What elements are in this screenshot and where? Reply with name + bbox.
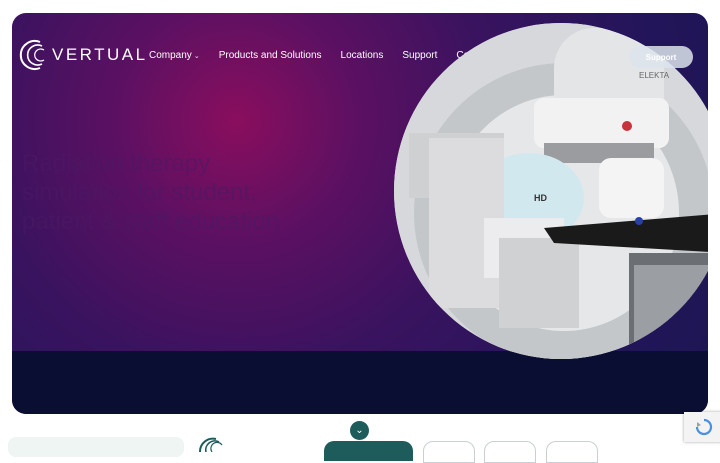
nav-item-label: Locations bbox=[340, 50, 384, 61]
section-tab[interactable] bbox=[484, 441, 536, 463]
chevron-down-icon: ⌄ bbox=[193, 52, 200, 60]
chevron-down-icon: ⌄ bbox=[355, 425, 364, 436]
hero-image-linac-machine: HD ELEKTA bbox=[394, 23, 708, 359]
nav-item-label: Support bbox=[402, 50, 438, 61]
svg-text:HD: HD bbox=[534, 193, 547, 203]
vertual-swoosh-logo-icon bbox=[19, 40, 45, 70]
section-logo bbox=[196, 436, 232, 457]
nav-item-products[interactable]: Products and Solutions bbox=[219, 50, 322, 61]
nav-item-label: Company bbox=[149, 50, 192, 61]
main-nav: Company ⌄ Products and Solutions Locatio… bbox=[149, 50, 491, 61]
scroll-down-button[interactable]: ⌄ bbox=[350, 421, 369, 440]
hero-headline: Radiation therapy simulation for student… bbox=[22, 150, 280, 235]
support-button[interactable]: Support bbox=[629, 46, 693, 68]
section-tab[interactable] bbox=[423, 441, 475, 463]
nav-item-locations[interactable]: Locations bbox=[341, 50, 384, 61]
brand-logo[interactable]: VERTUAL bbox=[18, 38, 148, 72]
nav-item-company[interactable]: Company ⌄ bbox=[149, 50, 200, 61]
svg-text:ELEKTA: ELEKTA bbox=[639, 71, 670, 80]
brand-name: VERTUAL bbox=[52, 45, 148, 64]
linac-machine-illustration: HD ELEKTA bbox=[394, 23, 708, 359]
next-section-card bbox=[8, 437, 184, 457]
nav-item-label: Products and Solutions bbox=[218, 50, 322, 61]
hero-bottom-band bbox=[12, 351, 708, 414]
nav-item-support[interactable]: Support bbox=[402, 50, 437, 61]
recaptcha-icon bbox=[695, 418, 713, 436]
section-tab-primary[interactable] bbox=[324, 441, 413, 461]
hero-section: VERTUAL Company ⌄ Products and Solutions… bbox=[12, 13, 708, 414]
section-tab[interactable] bbox=[546, 441, 598, 463]
recaptcha-badge[interactable] bbox=[684, 412, 720, 442]
